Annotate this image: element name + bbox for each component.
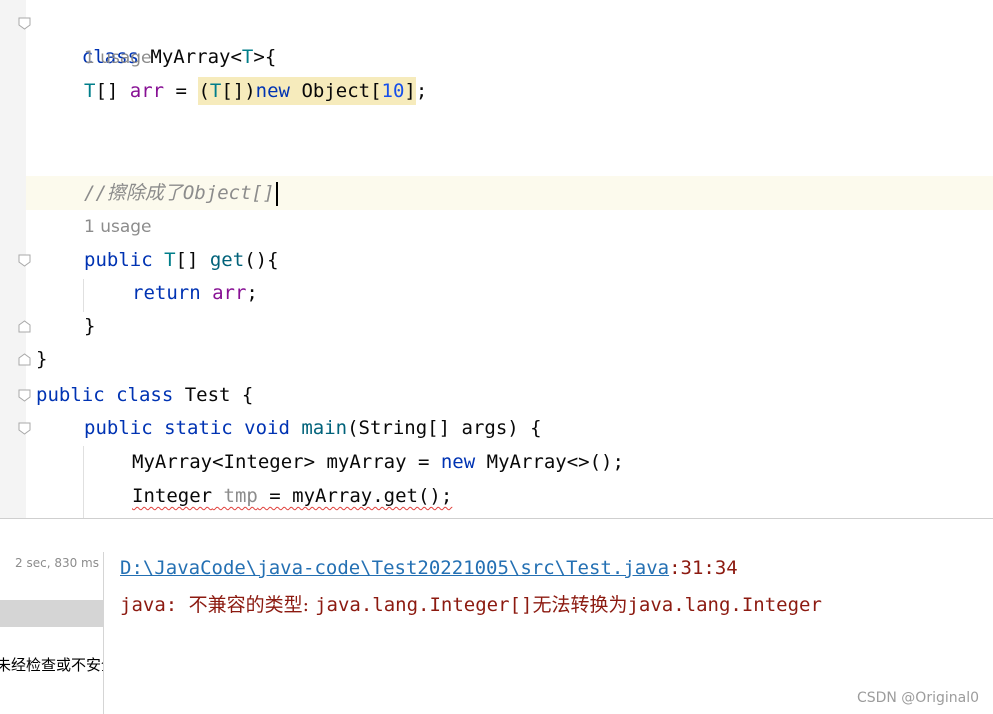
usage-hint[interactable]: 1 usage — [84, 211, 152, 244]
tool-window-header — [0, 519, 993, 552]
code-line[interactable]: } — [36, 343, 47, 376]
code-line[interactable]: return arr; — [132, 277, 258, 310]
watermark: CSDN @Original0 — [856, 690, 979, 706]
text-caret — [276, 181, 279, 206]
fold-open-icon[interactable] — [17, 421, 32, 436]
error-underline[interactable]: Integer tmp = myArray.get(); — [132, 485, 452, 507]
source-file-link[interactable]: D:\JavaCode\java-code\Test20221005\src\T… — [120, 557, 669, 579]
error-message: java: 不兼容的类型: java.lang.Integer[]无法转换为ja… — [120, 594, 822, 616]
fold-close-icon[interactable] — [17, 319, 32, 334]
fold-open-icon[interactable] — [17, 16, 32, 31]
code-line[interactable]: Integer tmp = myArray.get(); — [132, 480, 452, 513]
usage-hint[interactable]: 1 usage — [84, 42, 152, 75]
code-line[interactable]: public class Test { — [36, 379, 253, 412]
code-line[interactable]: class MyArray<T>{ — [36, 8, 277, 68]
code-line[interactable]: public static void main(String[] args) { — [84, 412, 542, 445]
cast-highlight: (T[])new Object[10] — [198, 77, 416, 105]
error-location-line: D:\JavaCode\java-code\Test20221005\src\T… — [120, 557, 738, 579]
selected-tree-row[interactable] — [0, 600, 103, 627]
comment-line[interactable]: //擦除成了Object[] — [84, 177, 279, 210]
code-line[interactable]: T[] arr = (T[])new Object[10]; — [84, 75, 427, 108]
warning-tree-item[interactable]: 未经检查或不安全的 — [0, 654, 103, 675]
code-line[interactable]: public T[] get(){ — [84, 244, 279, 277]
fold-open-icon[interactable] — [17, 388, 32, 403]
error-position: :31:34 — [669, 557, 738, 579]
indent-guide — [83, 446, 84, 518]
fold-close-icon[interactable] — [17, 352, 32, 367]
code-editor[interactable]: class MyArray<T>{ 1 usage T[] arr = (T[]… — [0, 0, 993, 518]
fold-open-icon[interactable] — [17, 253, 32, 268]
indent-guide — [83, 279, 84, 312]
build-elapsed-time: 2 sec, 830 ms — [15, 556, 99, 570]
build-tree-panel[interactable]: 2 sec, 830 ms 未经检查或不安全的 — [0, 552, 104, 714]
code-line[interactable]: } — [84, 310, 95, 343]
code-line[interactable]: MyArray<Integer> myArray = new MyArray<>… — [132, 446, 624, 479]
